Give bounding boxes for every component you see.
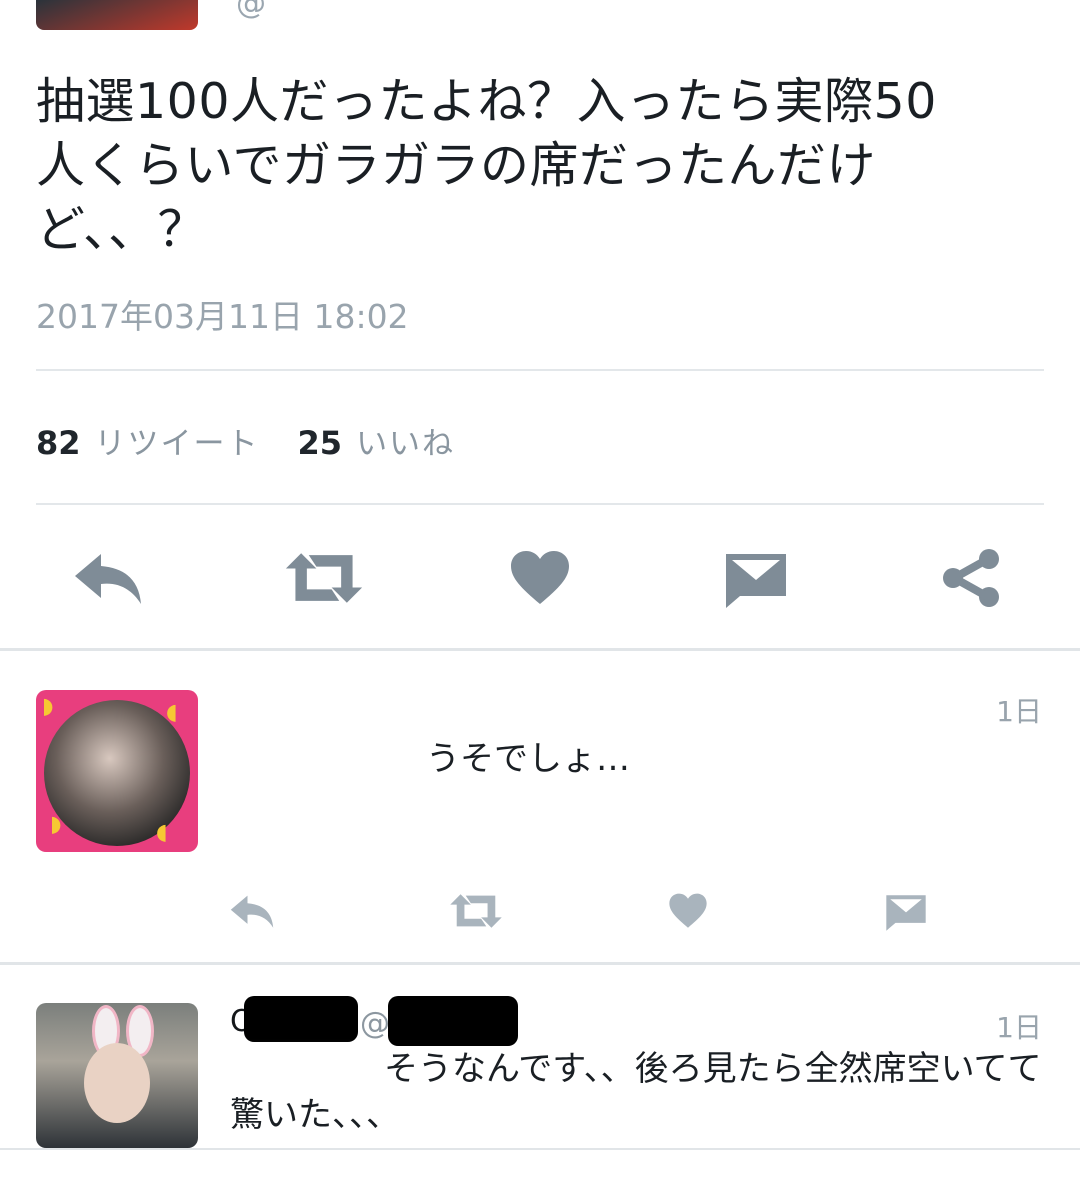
section-divider (0, 1148, 1080, 1150)
redacted-mention (230, 742, 420, 782)
tweet-text-line: 人くらいでガラガラの席だったんだけ (36, 137, 877, 194)
retweet-label[interactable]: リツイート (95, 418, 260, 463)
reply-avatar[interactable] (36, 1003, 198, 1148)
retweet-icon[interactable] (284, 543, 364, 613)
redacted-mention (230, 1052, 380, 1088)
message-icon[interactable] (716, 543, 796, 613)
tweet-text-line: 抽選100人だったよね？入ったら実際50 (36, 73, 937, 130)
reply-text: うそでしょ… (426, 739, 630, 779)
share-icon[interactable] (932, 543, 1012, 613)
author-avatar[interactable] (36, 0, 198, 30)
like-label[interactable]: いいね (356, 418, 455, 463)
section-divider (0, 648, 1080, 651)
reply-icon[interactable] (212, 876, 292, 946)
banana-icon: ◗ (42, 694, 54, 719)
reply-time[interactable]: 1日 (996, 1006, 1042, 1046)
divider (36, 503, 1044, 505)
retweet-icon[interactable] (436, 876, 516, 946)
reply-text: 驚いた、、、 (230, 1095, 400, 1135)
reply-avatar[interactable]: ◗ ◖ ◗ ◖ (36, 690, 198, 852)
divider (36, 369, 1044, 371)
avatar-photo (84, 1043, 150, 1123)
banana-icon: ◖ (166, 700, 178, 725)
banana-icon: ◖ (156, 820, 168, 845)
redacted-name (230, 690, 590, 722)
section-divider (0, 962, 1080, 965)
retweet-count[interactable]: 82 (36, 424, 81, 462)
banana-icon: ◗ (50, 812, 62, 837)
reply-time[interactable]: 1日 (996, 690, 1042, 730)
like-count[interactable]: 25 (298, 424, 343, 462)
heart-icon[interactable] (648, 876, 728, 946)
reply-text: そうなんです、、後ろ見たら全然席空いてて (384, 1049, 1042, 1089)
message-icon[interactable] (866, 876, 946, 946)
reply-handle-at[interactable]: @ (360, 1006, 390, 1041)
tweet-text-line: ど、、？ (36, 201, 208, 258)
heart-icon[interactable] (500, 543, 580, 613)
reply-icon[interactable] (68, 543, 148, 613)
author-handle-fragment: @ (236, 0, 266, 21)
tweet-stats: 82 リツイート 25 いいね (36, 418, 493, 463)
tweet-text: 抽選100人だったよね？入ったら実際50 人くらいでガラガラの席だったんだけ ど… (36, 70, 996, 262)
redacted-handle (388, 996, 518, 1046)
tweet-timestamp: 2017年03月11日 18:02 (36, 297, 409, 336)
redacted-name (244, 996, 358, 1042)
